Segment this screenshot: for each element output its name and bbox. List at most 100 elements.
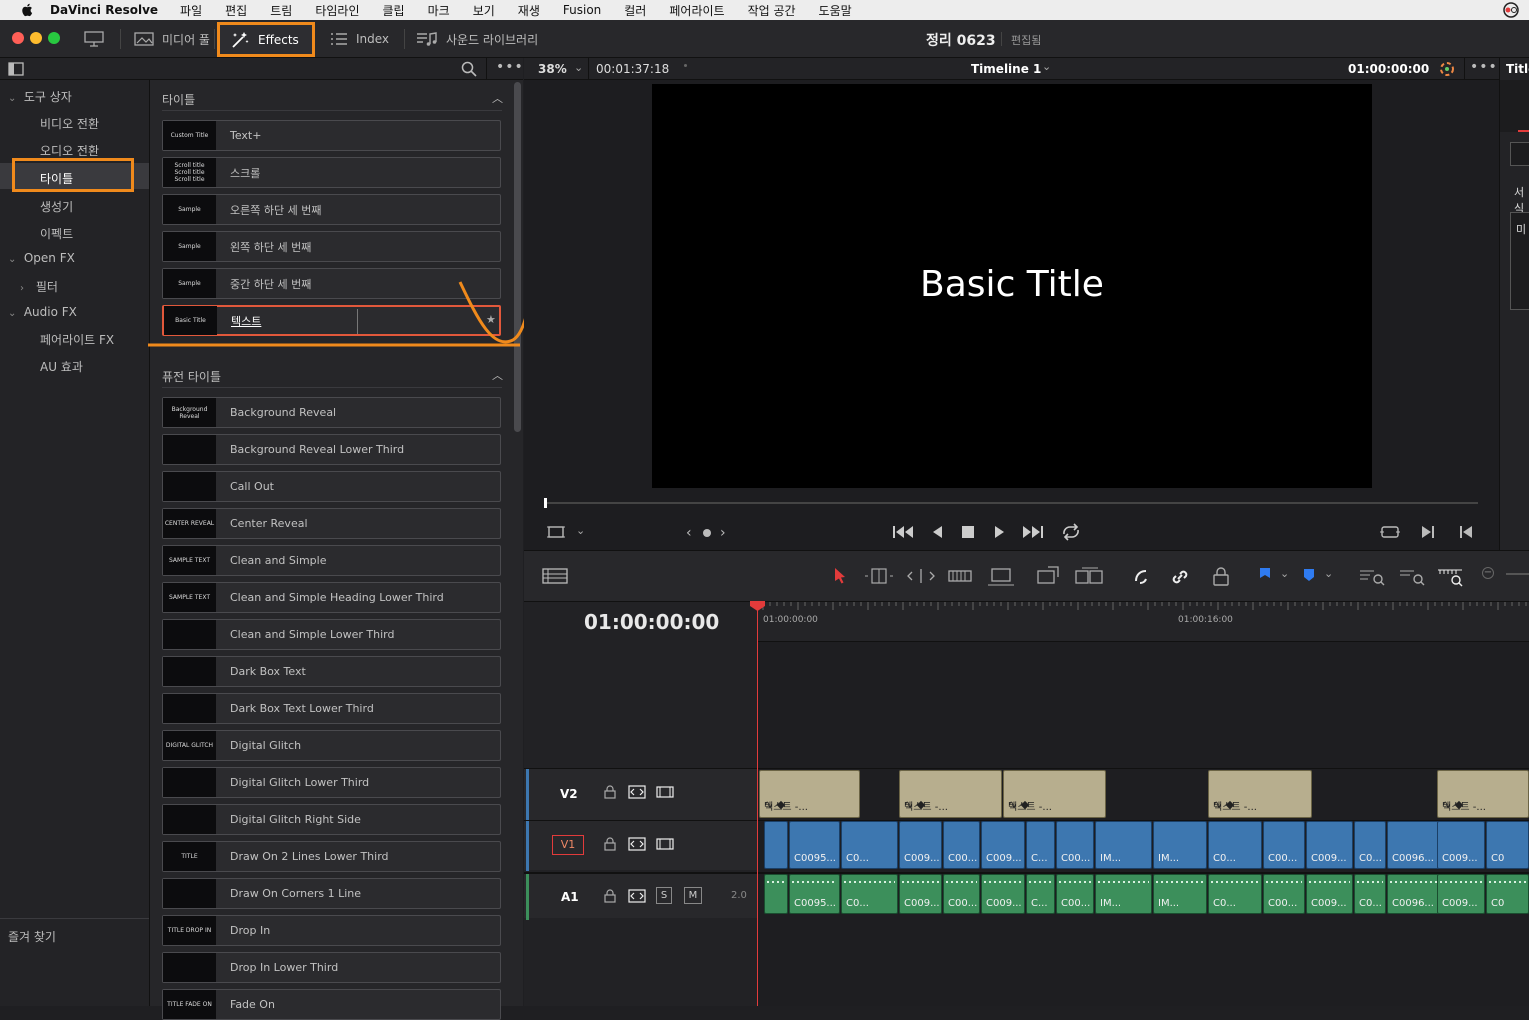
fusion-title-item[interactable]: Drop In Lower Third xyxy=(162,952,501,983)
audio-clip[interactable]: C0... xyxy=(1354,874,1386,914)
next-edit-icon[interactable] xyxy=(1420,524,1436,543)
title-item[interactable]: Sample 왼쪽 하단 세 번째 xyxy=(162,231,501,262)
fusion-title-item[interactable]: TITLE DROP IN Drop In xyxy=(162,915,501,946)
fusion-title-item[interactable]: SAMPLE TEXT Clean and Simple xyxy=(162,545,501,576)
audio-clip[interactable]: C00... xyxy=(943,874,980,914)
video-clip[interactable]: C0... xyxy=(1208,821,1262,869)
audio-clip[interactable] xyxy=(764,874,788,914)
prev-clip-icon[interactable]: ‹ xyxy=(686,525,692,541)
position-lock-icon[interactable] xyxy=(1212,567,1230,590)
fusion-title-item[interactable]: Call Out xyxy=(162,471,501,502)
zoom-custom-icon[interactable] xyxy=(1436,567,1464,590)
selection-tool-icon[interactable] xyxy=(832,567,848,588)
lock-icon[interactable] xyxy=(604,785,616,802)
sound-library-button[interactable]: 사운드 라이브러리 xyxy=(406,23,548,55)
fusion-title-item[interactable]: Draw On Corners 1 Line xyxy=(162,878,501,909)
scrubber-track[interactable] xyxy=(544,502,1478,504)
audio-clip[interactable]: C009... xyxy=(1306,874,1353,914)
lock-icon[interactable] xyxy=(604,837,616,854)
zoom-out-icon[interactable]: − xyxy=(1482,567,1494,579)
fusion-title-item[interactable]: Clean and Simple Lower Third xyxy=(162,619,501,650)
workspace-layout-icon[interactable] xyxy=(84,30,104,51)
flag-chevron-down-icon[interactable]: ⌄ xyxy=(1280,567,1289,580)
menu-fairlight[interactable]: 페어라이트 xyxy=(669,2,724,19)
fusion-title-item[interactable]: TITLE Draw On 2 Lines Lower Third xyxy=(162,841,501,872)
prev-edit-icon[interactable] xyxy=(1458,524,1474,543)
audio-clip[interactable]: C0... xyxy=(841,874,898,914)
track-v1-label[interactable]: V1 xyxy=(552,835,584,855)
video-clip[interactable]: C009... xyxy=(981,821,1025,869)
timeline-current-timecode[interactable]: 01:00:00:00 xyxy=(584,610,719,634)
title-clip[interactable]: 텍스트 -... ∿ ◆ xyxy=(1003,770,1106,818)
menu-file[interactable]: 파일 xyxy=(180,2,202,19)
tree-au-effects[interactable]: AU 효과 xyxy=(40,358,83,375)
play-reverse-icon[interactable] xyxy=(930,524,944,543)
title-clip[interactable]: 텍스트 -... ∿ ◆ xyxy=(1437,770,1529,818)
favorites-header[interactable]: 즐겨 찾기 xyxy=(8,928,56,945)
menu-clip[interactable]: 클립 xyxy=(383,2,405,19)
fusion-titles-section-header[interactable]: 퓨전 타이틀 xyxy=(162,368,221,385)
video-clip[interactable]: C009... xyxy=(1306,821,1353,869)
auto-select-icon[interactable] xyxy=(628,889,646,906)
tree-filters[interactable]: › 필터 xyxy=(20,278,58,295)
fusion-title-item[interactable]: CENTER REVEAL Center Reveal xyxy=(162,508,501,539)
snapping-icon[interactable] xyxy=(1132,567,1152,590)
crop-chevron-down-icon[interactable]: ⌄ xyxy=(576,524,585,537)
video-clip[interactable]: C0 xyxy=(1486,821,1529,869)
timeline-chevron-down-icon[interactable]: ⌄ xyxy=(1042,60,1051,73)
audio-clip[interactable]: C009... xyxy=(899,874,942,914)
timeline-ruler[interactable]: 01:00:00:00 01:00:16:00 xyxy=(758,602,1529,642)
fusion-title-item[interactable]: Dark Box Text xyxy=(162,656,501,687)
minimize-window-button[interactable] xyxy=(30,32,42,44)
menu-fusion[interactable]: Fusion xyxy=(563,3,601,17)
app-name[interactable]: DaVinci Resolve xyxy=(50,3,158,17)
overwrite-clip-icon[interactable] xyxy=(1034,565,1062,590)
timeline-name[interactable]: Timeline 1 xyxy=(971,62,1041,76)
go-to-start-icon[interactable] xyxy=(892,524,916,543)
play-icon[interactable] xyxy=(992,524,1006,543)
fusion-title-item[interactable]: Digital Glitch Lower Third xyxy=(162,767,501,798)
lock-icon[interactable] xyxy=(604,889,616,906)
dynamic-trim-icon[interactable] xyxy=(906,567,936,588)
search-icon[interactable] xyxy=(461,61,477,80)
loop-icon[interactable] xyxy=(1060,523,1082,544)
tree-audio-transitions[interactable]: 오디오 전환 xyxy=(40,142,99,159)
audio-clip[interactable]: C00... xyxy=(1263,874,1305,914)
video-clip[interactable]: IM... xyxy=(1095,821,1152,869)
effects-button[interactable]: Effects xyxy=(217,22,315,57)
audio-clip[interactable]: IM... xyxy=(1153,874,1207,914)
control-center-icon[interactable] xyxy=(1501,2,1521,18)
titles-section-header[interactable]: 타이틀 xyxy=(162,91,195,108)
tree-fairlight-fx[interactable]: 페어라이트 FX xyxy=(40,331,114,348)
title-clip[interactable]: 텍스트 -... ∿ ◆ xyxy=(759,770,860,818)
menu-playback[interactable]: 재생 xyxy=(518,2,540,19)
video-clip[interactable]: C00... xyxy=(943,821,980,869)
menu-timeline[interactable]: 타임라인 xyxy=(315,2,359,19)
track-visibility-icon[interactable] xyxy=(656,837,674,854)
menu-trim[interactable]: 트림 xyxy=(270,2,292,19)
auto-select-icon[interactable] xyxy=(628,785,646,802)
more-options-icon[interactable]: ••• xyxy=(496,59,524,75)
index-button[interactable]: Index xyxy=(320,23,399,55)
zoom-chevron-down-icon[interactable]: ⌄ xyxy=(574,61,583,74)
blade-tool-icon[interactable] xyxy=(948,567,972,588)
insert-clip-icon[interactable] xyxy=(986,567,1016,590)
scrubber-handle[interactable] xyxy=(544,498,547,508)
playhead[interactable] xyxy=(757,606,758,1006)
audio-clip[interactable]: IM... xyxy=(1095,874,1152,914)
zoom-level[interactable]: 38% xyxy=(538,62,567,76)
flag-icon[interactable] xyxy=(1258,567,1272,588)
fusion-title-item[interactable]: Background Reveal Lower Third xyxy=(162,434,501,465)
media-pool-button[interactable]: 미디어 풀 xyxy=(124,23,220,55)
list-scrollbar[interactable] xyxy=(514,82,521,432)
stop-icon[interactable] xyxy=(960,524,976,543)
toggle-sidebar-icon[interactable] xyxy=(8,62,24,79)
fusion-title-item[interactable]: Digital Glitch Right Side xyxy=(162,804,501,835)
fusion-title-item[interactable]: DIGITAL GLITCH Digital Glitch xyxy=(162,730,501,761)
fusion-title-item[interactable]: Dark Box Text Lower Third xyxy=(162,693,501,724)
title-item[interactable]: Custom Title Text+ xyxy=(162,120,501,151)
audio-clip[interactable]: C009... xyxy=(981,874,1025,914)
go-to-end-icon[interactable] xyxy=(1020,524,1044,543)
video-clip[interactable]: C0... xyxy=(1354,821,1386,869)
collapse-chevron-icon[interactable]: ︿ xyxy=(492,90,503,106)
